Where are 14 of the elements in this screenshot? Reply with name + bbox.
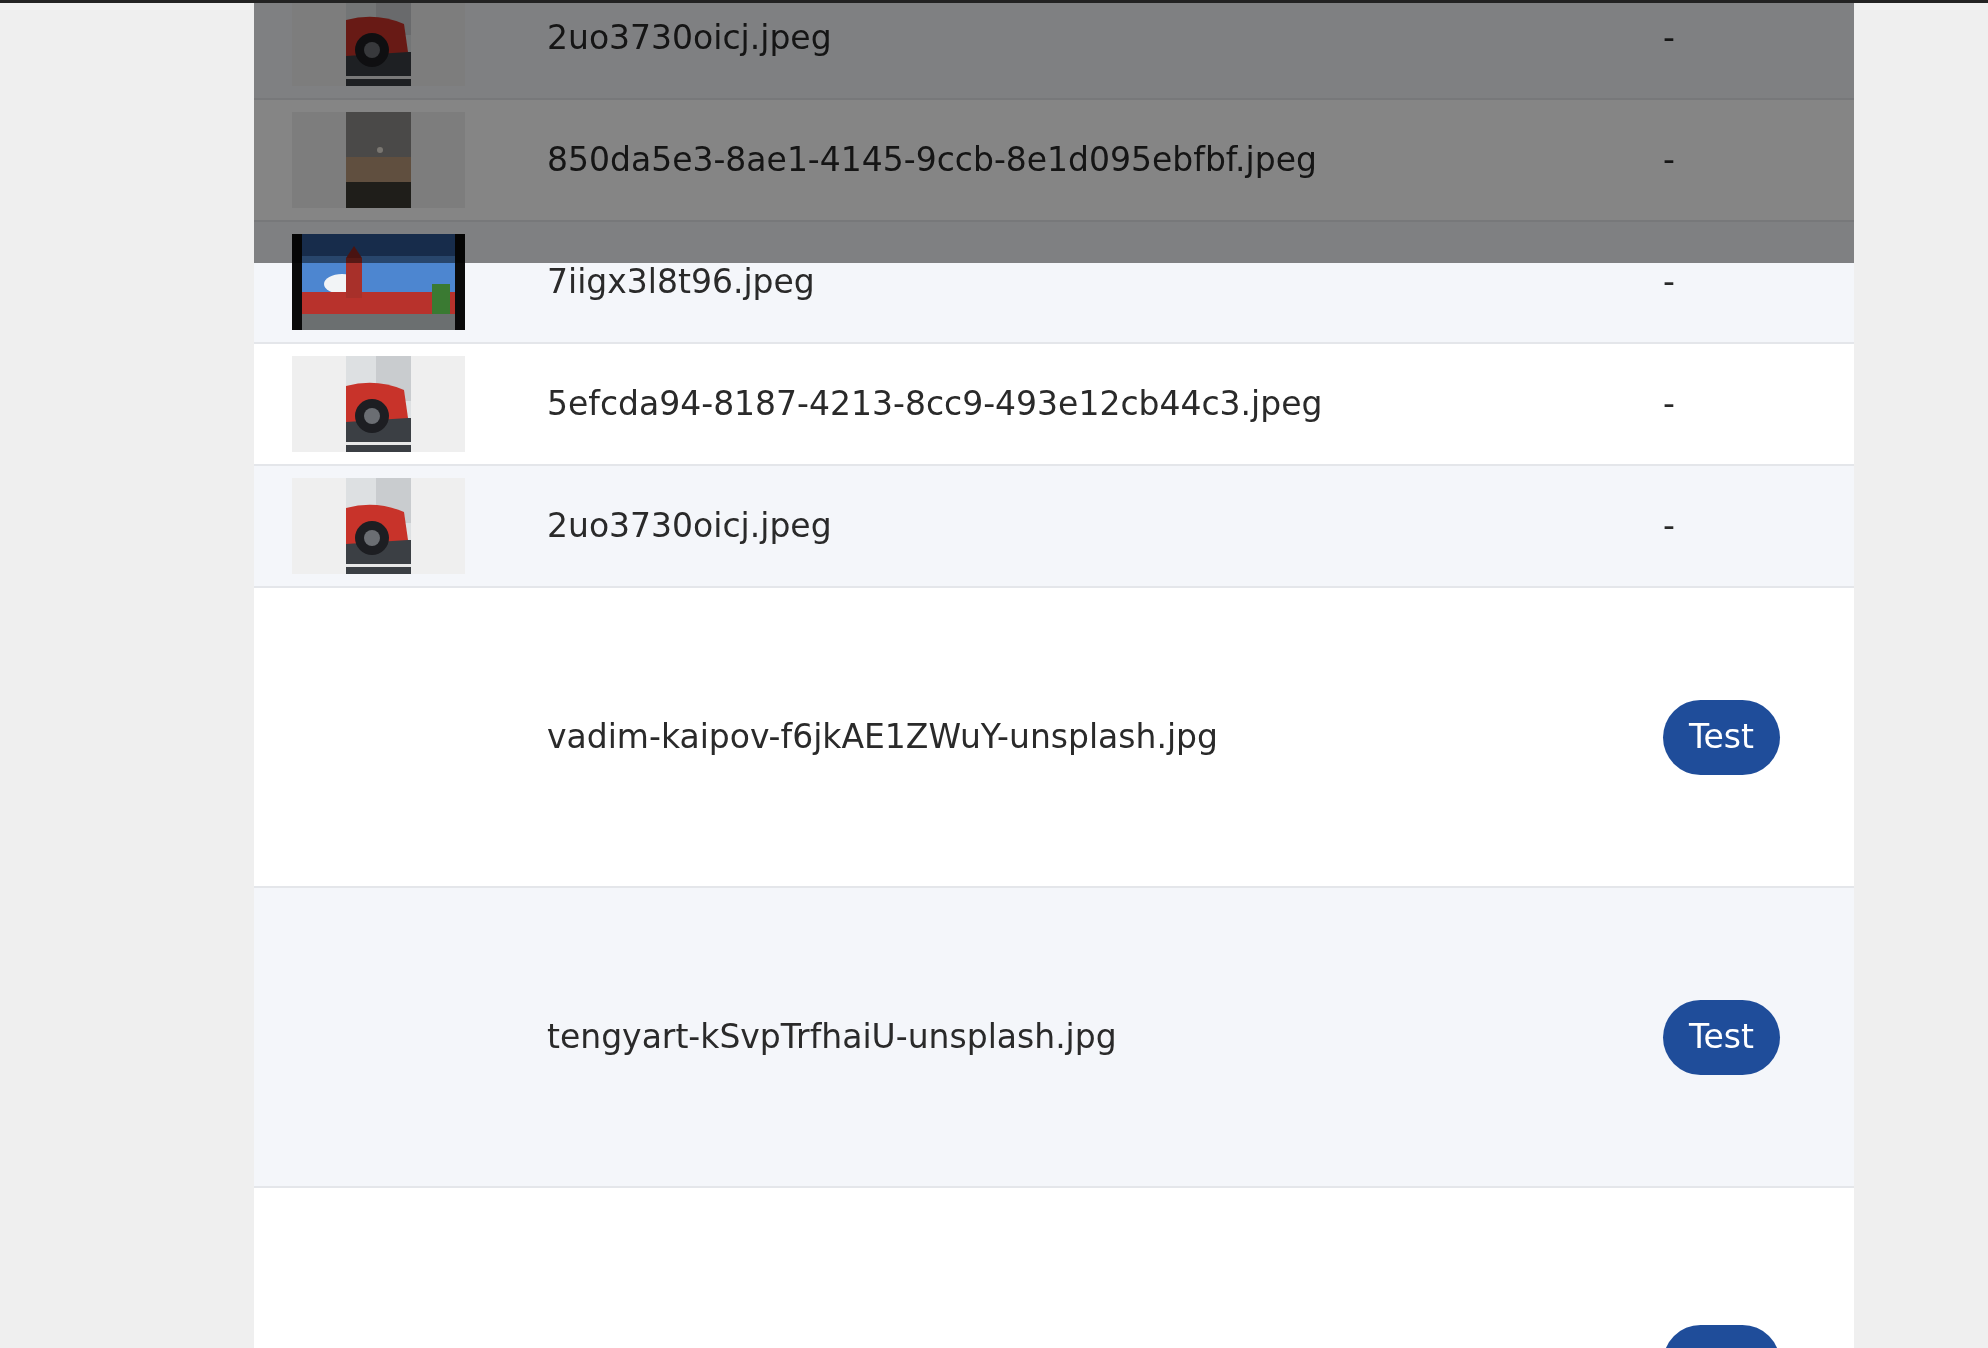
file-name: 2uo3730oicj.jpeg: [547, 505, 833, 548]
file-name: 5efcda94-8187-4213-8cc9-493e12cb44c3.jpeg: [547, 383, 1324, 426]
status-text: -: [1663, 139, 1676, 182]
file-name: 2uo3730oicj.jpeg: [547, 17, 833, 60]
file-name: 7iigx3l8t96.jpeg: [547, 261, 816, 304]
status-text: -: [1663, 383, 1676, 426]
status-text: -: [1663, 505, 1676, 548]
file-name: vadim-kaipov-f6jkAE1ZWuY-unsplash.jpg: [547, 716, 1219, 759]
test-button[interactable]: Test: [1663, 999, 1780, 1075]
file-name: tengyart-kSvpTrfhaiU-unsplash.jpg: [547, 1016, 1118, 1059]
file-name: 850da5e3-8ae1-4145-9ccb-8e1d095ebfbf.jpeg: [547, 139, 1318, 182]
test-button[interactable]: Test: [1663, 699, 1780, 775]
status-text: -: [1663, 261, 1676, 304]
status-text: -: [1663, 17, 1676, 60]
